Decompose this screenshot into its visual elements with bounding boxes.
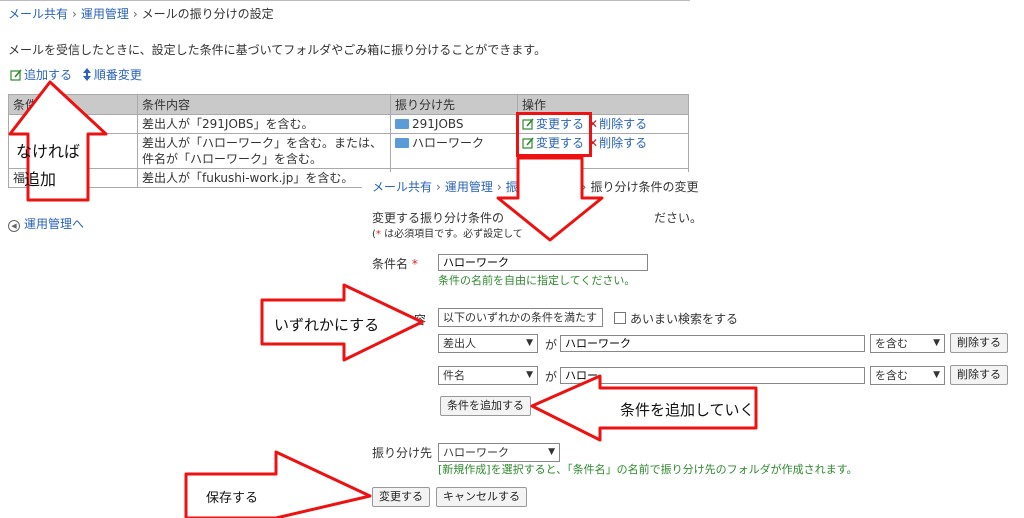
cancel-button[interactable]: キャンセルする	[436, 487, 527, 507]
sort-arrows-icon	[82, 68, 91, 81]
chevron-down-icon: ▼	[591, 325, 598, 326]
breadcrumb-admin[interactable]: 運用管理	[81, 7, 129, 21]
annotation-text: 保存する	[206, 491, 259, 506]
annotation-text: いずれかにする	[274, 316, 380, 334]
particle-ga: が	[545, 370, 558, 384]
breadcrumb-separator: ›	[72, 7, 77, 21]
destination-select[interactable]: ハローワーク ▼	[438, 443, 560, 462]
col-header-dest: 振り分け先	[390, 94, 518, 115]
annotation-text: なければ	[16, 142, 81, 161]
delete-link[interactable]: 削除する	[599, 136, 647, 150]
chevron-down-icon: ▼	[933, 338, 940, 348]
reorder-action[interactable]: 順番変更	[76, 68, 142, 82]
top-divider	[0, 0, 690, 1]
breadcrumb-separator: ›	[581, 180, 587, 194]
dialog-description-tail: ださい。	[654, 211, 703, 225]
destination-value: ハローワーク	[443, 446, 509, 459]
dest-label: 291JOBS	[412, 117, 464, 131]
highlight-box	[516, 112, 592, 157]
chevron-down-icon: ▼	[548, 447, 555, 457]
reorder-link[interactable]: 順番変更	[94, 68, 142, 82]
required-asterisk: *	[375, 229, 381, 240]
folder-icon	[395, 119, 409, 129]
operator-value: を含む	[875, 369, 908, 382]
breadcrumb-mail-share[interactable]: メール共有	[372, 180, 432, 194]
breadcrumb-separator: ›	[436, 180, 441, 194]
breadcrumb-current: 振り分け条件の変更	[590, 180, 699, 194]
annotation-text: 追加	[24, 170, 57, 189]
fuzzy-search-label: あいまい検索をする	[630, 312, 739, 326]
condition-content-label: 容	[414, 313, 427, 327]
breadcrumb-separator: ›	[496, 180, 502, 194]
back-link[interactable]: 運用管理へ	[24, 217, 84, 231]
condition-name-help: 条件の名前を自由に指定してください。	[438, 274, 636, 287]
right-arrow	[184, 450, 372, 518]
operator-select[interactable]: を含む ▼	[870, 334, 945, 353]
chevron-down-icon: ▼	[526, 370, 533, 380]
breadcrumb-separator: ›	[132, 7, 138, 21]
breadcrumb: メール共有 › 運用管理 › メールの振り分けの設定	[8, 5, 274, 22]
field-select[interactable]: 件名 ▼	[438, 366, 538, 385]
field-select[interactable]: 差出人 ▼	[438, 334, 538, 353]
dialog-breadcrumb: メール共有 › 運用管理 › 振り分けの… › 振り分け条件の変更	[372, 178, 699, 195]
back-to-admin[interactable]: ◀ 運用管理へ	[8, 215, 84, 232]
condition-name-input[interactable]: ハローワーク	[438, 254, 648, 271]
col-header-condition: 条件内容	[137, 94, 391, 115]
delete-condition-button[interactable]: 削除する	[950, 333, 1008, 353]
fuzzy-search-option[interactable]: あいまい検索をする	[614, 310, 738, 327]
match-mode-value: 以下のいずれかの条件を満たす	[443, 311, 597, 324]
edit-icon	[10, 69, 22, 81]
fuzzy-search-checkbox[interactable]	[614, 312, 626, 324]
match-mode-select[interactable]: 以下のいずれかの条件を満たす▼	[438, 308, 603, 327]
page-description: メールを受信したときに、設定した条件に基づいてフォルダやごみ箱に振り分けることが…	[8, 43, 547, 57]
chevron-down-icon: ▼	[526, 338, 533, 348]
condition-line: 件名が「ハローワーク」を含む。	[142, 152, 323, 166]
dest-label: ハローワーク	[412, 136, 485, 150]
add-link[interactable]: 追加する	[24, 68, 72, 82]
breadcrumb-mail-share[interactable]: メール共有	[8, 7, 68, 21]
operator-select[interactable]: を含む ▼	[870, 366, 945, 385]
folder-icon	[395, 138, 409, 148]
required-note: (* は必須項目です。必ず設定して	[372, 229, 523, 240]
breadcrumb-current: メールの振り分けの設定	[141, 7, 274, 21]
delete-condition-button[interactable]: 削除する	[950, 365, 1008, 385]
edit-rule-panel: メール共有 › 運用管理 › 振り分けの… › 振り分け条件の変更 変更する振り分け条件のだ…	[362, 172, 1024, 518]
breadcrumb-admin[interactable]: 運用管理	[445, 180, 493, 194]
field-value: 件名	[443, 369, 465, 382]
condition-value-input[interactable]: ハローワーク	[560, 335, 865, 352]
col-header-name: 条件名	[8, 94, 138, 115]
cell-condition: 差出人が「fukushi-work.jp」を含む。	[137, 168, 391, 188]
field-value: 差出人	[443, 337, 476, 350]
dialog-description: 変更する振り分け条件の ださい。	[372, 209, 702, 226]
cell-condition: 差出人が「291JOBS」を含む。	[137, 114, 391, 134]
chevron-down-icon: ▼	[933, 370, 940, 380]
delete-link[interactable]: 削除する	[599, 117, 647, 131]
operator-value: を含む	[875, 337, 908, 350]
submit-button[interactable]: 変更する	[372, 487, 430, 507]
cell-condition: 差出人が「ハローワーク」を含む。または、 件名が「ハローワーク」を含む。	[137, 133, 391, 169]
dialog-description-head: 変更する振り分け条件の	[372, 211, 505, 225]
cell-dest: 291JOBS	[390, 114, 518, 134]
action-bar: 追加する 順番変更	[10, 66, 142, 83]
required-note-text: は必須項目です。必ず設定して	[384, 229, 523, 240]
destination-label: 振り分け先	[372, 446, 433, 460]
condition-name-label: 条件名 *	[372, 255, 418, 272]
required-asterisk: *	[411, 257, 418, 271]
condition-name-label-text: 条件名	[372, 257, 409, 271]
add-action[interactable]: 追加する	[10, 68, 76, 82]
chevron-left-icon: ◀	[8, 220, 20, 232]
particle-ga: が	[545, 338, 558, 352]
annotation-text: 条件を追加していく	[620, 401, 755, 419]
cell-dest: ハローワーク	[390, 133, 518, 169]
condition-line: 差出人が「ハローワーク」を含む。または、	[142, 136, 383, 150]
cell-name	[8, 114, 138, 134]
add-condition-button[interactable]: 条件を追加する	[440, 396, 531, 416]
condition-value-input[interactable]: ハロー	[560, 367, 865, 384]
breadcrumb-filter-settings[interactable]: 振り分けの…	[506, 180, 578, 194]
destination-help: [新規作成]を選択すると、「条件名」の名前で振り分け先のフォルダが作成されます。	[438, 463, 858, 476]
